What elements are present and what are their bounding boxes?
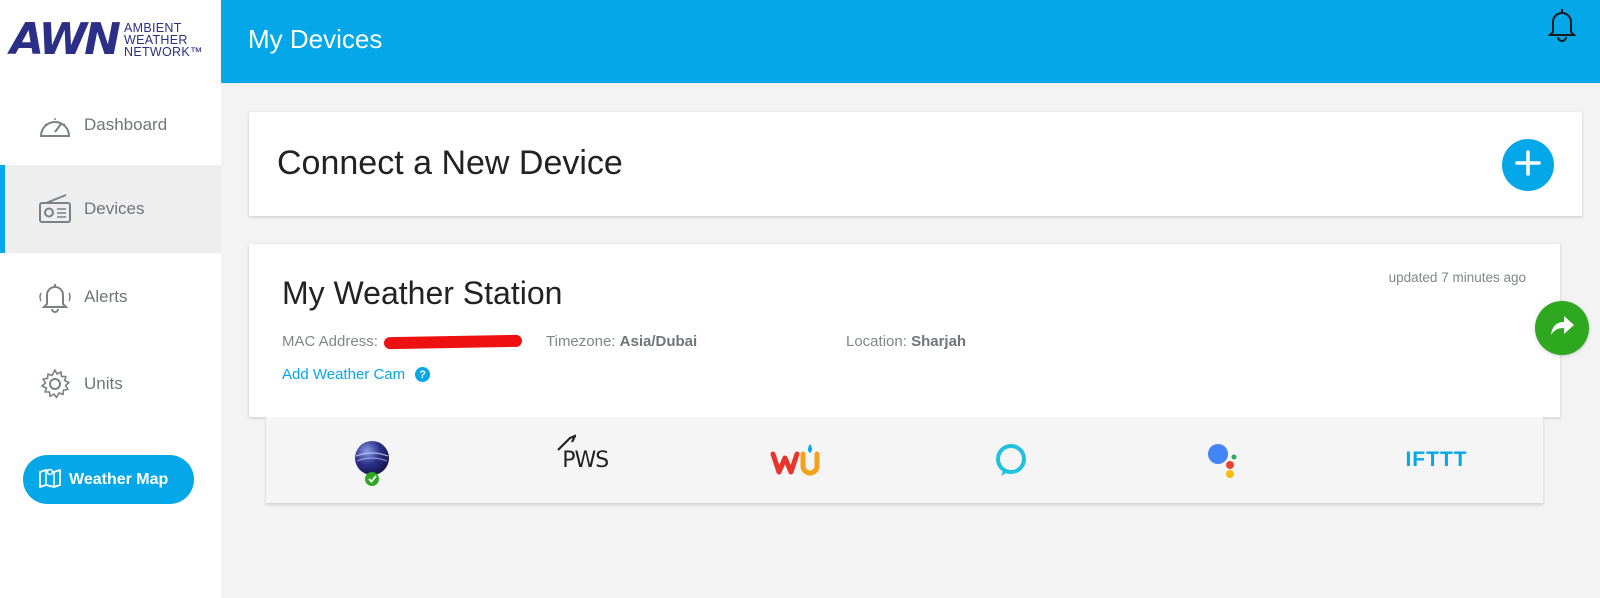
timezone: Timezone: Asia/Dubai xyxy=(546,333,697,350)
integrations-bar: PWS wu IFTTT xyxy=(266,417,1543,503)
wu-logo-icon xyxy=(770,444,820,476)
last-updated: updated 7 minutes ago xyxy=(1388,270,1526,285)
station-card: My Weather Station updated 7 minutes ago… xyxy=(249,244,1560,417)
plus-icon xyxy=(1514,149,1542,182)
integration-alexa[interactable] xyxy=(904,417,1117,503)
connect-device-card: Connect a New Device xyxy=(249,112,1582,216)
notifications-bell-icon[interactable] xyxy=(1546,6,1578,42)
mac-address: MAC Address: xyxy=(282,333,523,350)
add-cam-label: Add Weather Cam xyxy=(282,366,406,383)
connect-device-title: Connect a New Device xyxy=(277,144,623,182)
map-icon xyxy=(39,466,61,493)
top-header: My Devices xyxy=(221,0,1600,83)
bell-icon xyxy=(38,280,72,314)
timezone-value: Asia/Dubai xyxy=(619,333,698,350)
logo-line-3: NETWORK™ xyxy=(124,45,203,59)
sidebar-item-alerts[interactable]: Alerts xyxy=(0,253,221,341)
location-label: Location: xyxy=(846,333,907,350)
integration-ambient[interactable] xyxy=(266,417,479,503)
location-value: Sharjah xyxy=(911,333,967,350)
share-arrow-icon xyxy=(1549,315,1575,342)
sidebar-item-units[interactable]: Units xyxy=(0,340,221,428)
gear-icon xyxy=(38,367,72,401)
share-button[interactable] xyxy=(1535,301,1589,355)
awn-logo[interactable]: AWN AMBIENT WEATHER NETWORK™ xyxy=(10,18,210,62)
weather-map-button[interactable]: Weather Map xyxy=(23,455,194,504)
sidebar: AWN AMBIENT WEATHER NETWORK™ Dashboard D… xyxy=(0,0,221,598)
sidebar-item-dashboard[interactable]: Dashboard xyxy=(0,81,221,169)
sidebar-item-label: Dashboard xyxy=(84,115,168,134)
weather-map-label: Weather Map xyxy=(69,470,169,488)
gauge-icon xyxy=(38,108,72,142)
connected-check-icon xyxy=(365,472,380,486)
pws-logo: PWS xyxy=(557,433,609,473)
radio-icon xyxy=(38,192,72,226)
mac-label: MAC Address: xyxy=(282,333,378,350)
station-name: My Weather Station xyxy=(282,275,563,311)
sidebar-item-devices[interactable]: Devices xyxy=(0,165,221,253)
sidebar-item-label: Alerts xyxy=(84,287,128,306)
help-icon[interactable]: ? xyxy=(415,367,431,382)
page-title: My Devices xyxy=(248,24,383,54)
logo-mark: AWN xyxy=(10,14,121,65)
google-assistant-icon xyxy=(1207,444,1237,478)
add-device-button[interactable] xyxy=(1502,139,1554,191)
sidebar-item-label: Units xyxy=(84,374,123,393)
alexa-icon xyxy=(995,444,1026,476)
integration-google-assistant[interactable] xyxy=(1117,417,1330,503)
ifttt-logo: IFTTT xyxy=(1405,448,1468,471)
sidebar-item-label: Devices xyxy=(84,199,145,218)
location: Location: Sharjah xyxy=(846,333,966,350)
add-weather-cam-link[interactable]: Add Weather Cam ? xyxy=(282,366,431,383)
integration-wunderground[interactable]: wu xyxy=(692,417,905,503)
integration-ifttt[interactable]: IFTTT xyxy=(1330,417,1543,503)
integration-pws[interactable]: PWS xyxy=(479,417,692,503)
logo-text: AMBIENT WEATHER NETWORK™ xyxy=(124,22,203,59)
mac-redaction xyxy=(383,334,523,350)
timezone-label: Timezone: xyxy=(546,333,616,350)
